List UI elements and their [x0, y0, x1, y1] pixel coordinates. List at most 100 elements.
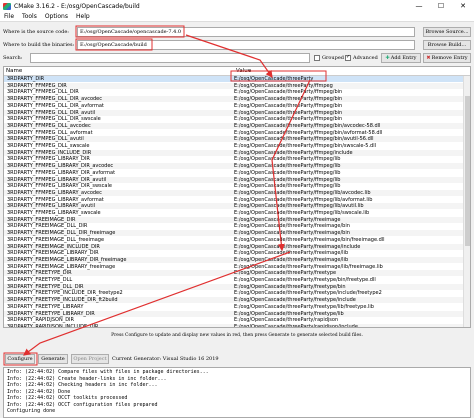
table-row[interactable]: 3RDPARTY_FFMPEG_DLL_DIR_avformat E:/osg/O…	[4, 103, 470, 109]
table-row[interactable]: 3RDPARTY_FREETYPE_DLL E:/osg/OpenCascade/…	[4, 277, 470, 283]
menu-help[interactable]: Help	[72, 13, 94, 20]
cache-entry-value[interactable]: E:/osg/OpenCascade/threeParty/freetype/b…	[234, 277, 470, 283]
cache-entry-value[interactable]: E:/osg/OpenCascade/threeParty/ffmpeg	[234, 83, 470, 89]
cache-entry-value[interactable]: E:/osg/OpenCascade/threeParty/ffmpeg/lib	[234, 170, 470, 176]
table-row[interactable]: 3RDPARTY_RAPIDJSON_DIR E:/osg/OpenCascade…	[4, 317, 470, 323]
cache-entry-value[interactable]: E:/osg/OpenCascade/threeParty/ffmpeg/lib	[234, 156, 470, 162]
table-row[interactable]: 3RDPARTY_FFMPEG_DLL_DIR E:/osg/OpenCascad…	[4, 89, 470, 95]
table-row[interactable]: 3RDPARTY_FFMPEG_LIBRARY_swscale E:/osg/Op…	[4, 210, 470, 216]
cache-entry-value[interactable]: E:/osg/OpenCascade/threeParty/freetype/i…	[234, 297, 470, 303]
table-row[interactable]: 3RDPARTY_FREEIMAGE_LIBRARY_DIR_freeimage…	[4, 256, 470, 263]
cache-entry-value[interactable]: E:/osg/OpenCascade/threeParty/ffmpeg/lib	[234, 163, 470, 169]
menu-file[interactable]: File	[0, 13, 18, 20]
cache-entry-value[interactable]: E:/osg/OpenCascade/threeParty/rapidjson/…	[234, 324, 470, 327]
cache-entry-value[interactable]: E:/osg/OpenCascade/threeParty/freeimage/…	[234, 250, 470, 256]
close-icon[interactable]: ✕	[452, 0, 474, 12]
table-row[interactable]: 3RDPARTY_RAPIDJSON_INCLUDE_DIR E:/osg/Ope…	[4, 323, 470, 327]
browse-source-button[interactable]: Browse Source...	[423, 27, 471, 37]
cache-entry-value[interactable]: E:/osg/OpenCascade/threeParty/freetype/i…	[234, 290, 470, 296]
cache-entry-value[interactable]: E:/osg/OpenCascade/threeParty/ffmpeg/lib…	[234, 203, 470, 209]
table-row[interactable]: 3RDPARTY_FFMPEG_LIBRARY_avformat E:/osg/O…	[4, 197, 470, 203]
cache-entry-value[interactable]: E:/osg/OpenCascade/threeParty/freeimage/…	[234, 230, 470, 236]
column-header-value[interactable]: Value	[234, 67, 253, 75]
cache-entry-value[interactable]: E:/osg/OpenCascade/threeParty/freeimage/…	[234, 244, 470, 250]
maximize-icon[interactable]: ☐	[430, 0, 452, 12]
cache-entry-value[interactable]: E:/osg/OpenCascade/threeParty/ffmpeg/lib…	[234, 210, 470, 216]
cache-entry-value[interactable]: E:/osg/OpenCascade/threeParty/rapidjson	[234, 317, 470, 323]
cache-entry-value[interactable]: E:/osg/OpenCascade/threeParty/ffmpeg/bin	[234, 116, 470, 122]
scrollbar-thumb[interactable]	[465, 96, 470, 246]
table-row[interactable]: 3RDPARTY_FREEIMAGE_DLL_DIR_freeimage E:/o…	[4, 230, 470, 237]
table-row[interactable]: 3RDPARTY_FFMPEG_DLL_swscale E:/osg/OpenCa…	[4, 143, 470, 149]
cache-entry-value[interactable]: E:/osg/OpenCascade/threeParty/freeimage/…	[234, 264, 470, 270]
cache-entry-value[interactable]: E:/osg/OpenCascade/threeParty/ffmpeg/bin	[234, 96, 470, 102]
cache-entry-value[interactable]: E:/osg/OpenCascade/threeParty/ffmpeg/lib…	[234, 190, 470, 196]
cache-entry-value[interactable]: E:/osg/OpenCascade/threeParty/freeimage/…	[234, 223, 470, 229]
table-row[interactable]: 3RDPARTY_FREEIMAGE_DLL_DIR E:/osg/OpenCas…	[4, 223, 470, 229]
table-row[interactable]: 3RDPARTY_FREETYPE_LIBRARY E:/osg/OpenCasc…	[4, 304, 470, 310]
cache-entry-value[interactable]: E:/osg/OpenCascade/threeParty/freetype	[234, 270, 470, 276]
generate-button[interactable]: Generate	[38, 354, 68, 364]
cache-entry-value[interactable]: E:/osg/OpenCascade/threeParty/freeimage/…	[234, 257, 470, 263]
table-row[interactable]: 3RDPARTY_FREETYPE_DIR E:/osg/OpenCascade/…	[4, 270, 470, 277]
cache-entry-value[interactable]: E:/osg/OpenCascade/threeParty/ffmpeg/bin…	[234, 130, 470, 136]
table-row[interactable]: 3RDPARTY_FFMPEG_DIR E:/osg/OpenCascade/th…	[4, 82, 470, 89]
advanced-check-icon[interactable]	[345, 55, 351, 61]
cache-entry-value[interactable]: E:/osg/OpenCascade/threeParty/ffmpeg/inc…	[234, 150, 470, 156]
add-entry-button[interactable]: ✚ Add Entry	[381, 53, 421, 63]
cache-entry-value[interactable]: E:/osg/OpenCascade/threeParty/ffmpeg/bin	[234, 103, 470, 109]
table-row[interactable]: 3RDPARTY_FREETYPE_INCLUDE_DIR_ft2build E:…	[4, 297, 470, 304]
search-input[interactable]	[30, 53, 310, 63]
table-row[interactable]: 3RDPARTY_FREEIMAGE_DIR E:/osg/OpenCascade…	[4, 216, 470, 223]
table-row[interactable]: 3RDPARTY_FREEIMAGE_INCLUDE_DIR E:/osg/Ope…	[4, 243, 470, 250]
table-row[interactable]: 3RDPARTY_FREETYPE_INCLUDE_DIR_freetype2 E…	[4, 290, 470, 296]
table-row[interactable]: 3RDPARTY_FFMPEG_LIBRARY_avcodec E:/osg/Op…	[4, 189, 470, 196]
table-row[interactable]: 3RDPARTY_FFMPEG_LIBRARY_avutil E:/osg/Ope…	[4, 203, 470, 210]
open-project-button[interactable]: Open Project	[71, 354, 109, 364]
cache-entry-value[interactable]: E:/osg/OpenCascade/threeParty/freeimage/…	[234, 237, 470, 243]
table-row[interactable]: 3RDPARTY_FREEIMAGE_DLL_freeimage E:/osg/O…	[4, 237, 470, 243]
cache-entry-value[interactable]: E:/osg/OpenCascade/threeParty/ffmpeg/bin	[234, 89, 470, 95]
table-row[interactable]: 3RDPARTY_FFMPEG_DLL_DIR_swscale E:/osg/Op…	[4, 116, 470, 122]
table-row[interactable]: 3RDPARTY_FREEIMAGE_LIBRARY_DIR E:/osg/Ope…	[4, 250, 470, 256]
cache-entry-value[interactable]: E:/osg/OpenCascade/threeParty/freetype/l…	[234, 311, 470, 317]
advanced-checkbox[interactable]: Advanced	[345, 53, 378, 63]
table-scrollbar[interactable]	[463, 76, 470, 327]
remove-entry-button[interactable]: ✖ Remove Entry	[423, 53, 471, 63]
cache-entry-value[interactable]: E:/osg/OpenCascade/threeParty/ffmpeg/bin…	[234, 136, 470, 142]
column-header-name[interactable]: Name	[4, 67, 234, 75]
grouped-check-icon[interactable]	[314, 55, 320, 61]
table-row[interactable]: 3RDPARTY_FFMPEG_DLL_DIR_avutil E:/osg/Ope…	[4, 109, 470, 116]
table-row[interactable]: 3RDPARTY_FFMPEG_DLL_avcodec E:/osg/OpenCa…	[4, 122, 470, 129]
table-row[interactable]: 3RDPARTY_FFMPEG_LIBRARY_DIR E:/osg/OpenCa…	[4, 156, 470, 162]
cache-entry-value[interactable]: E:/osg/OpenCascade/threeParty	[234, 76, 470, 82]
table-row[interactable]: 3RDPARTY_DIR E:/osg/OpenCascade/threePart…	[4, 76, 470, 82]
cache-entry-value[interactable]: E:/osg/OpenCascade/threeParty/ffmpeg/lib	[234, 183, 470, 189]
table-row[interactable]: 3RDPARTY_FFMPEG_LIBRARY_DIR_avformat E:/o…	[4, 170, 470, 176]
table-row[interactable]: 3RDPARTY_FREETYPE_LIBRARY_DIR E:/osg/Open…	[4, 310, 470, 317]
minimize-icon[interactable]: —	[408, 0, 430, 12]
table-row[interactable]: 3RDPARTY_FFMPEG_DLL_DIR_avcodec E:/osg/Op…	[4, 96, 470, 103]
menu-options[interactable]: Options	[41, 13, 72, 20]
table-row[interactable]: 3RDPARTY_FFMPEG_LIBRARY_DIR_avutil E:/osg…	[4, 176, 470, 183]
table-row[interactable]: 3RDPARTY_FREEIMAGE_LIBRARY_freeimage E:/o…	[4, 264, 470, 270]
cache-entry-value[interactable]: E:/osg/OpenCascade/threeParty/ffmpeg/lib…	[234, 197, 470, 203]
cache-entry-value[interactable]: E:/osg/OpenCascade/threeParty/ffmpeg/bin	[234, 110, 470, 116]
cache-entry-value[interactable]: E:/osg/OpenCascade/threeParty/ffmpeg/bin…	[234, 143, 470, 149]
table-row[interactable]: 3RDPARTY_FFMPEG_LIBRARY_DIR_swscale E:/os…	[4, 183, 470, 189]
configure-button[interactable]: Configure	[5, 354, 35, 364]
cache-entry-value[interactable]: E:/osg/OpenCascade/threeParty/ffmpeg/bin…	[234, 123, 470, 129]
menu-tools[interactable]: Tools	[18, 13, 41, 20]
cache-entry-value[interactable]: E:/osg/OpenCascade/threeParty/freeimage	[234, 217, 470, 223]
source-path-input[interactable]: E:/osg/OpenCascade/opencascade-7.4.0	[77, 27, 415, 37]
cache-entry-value[interactable]: E:/osg/OpenCascade/threeParty/freetype/b…	[234, 284, 470, 290]
build-path-input[interactable]: E:/osg/OpenCascade/build	[77, 40, 415, 50]
grouped-checkbox[interactable]: Grouped	[314, 53, 344, 63]
table-row[interactable]: 3RDPARTY_FFMPEG_DLL_avformat E:/osg/OpenC…	[4, 130, 470, 136]
cache-entry-value[interactable]: E:/osg/OpenCascade/threeParty/freetype/l…	[234, 304, 470, 310]
browse-build-button[interactable]: Browse Build...	[423, 40, 471, 50]
table-row[interactable]: 3RDPARTY_FREETYPE_DLL_DIR E:/osg/OpenCasc…	[4, 283, 470, 290]
table-row[interactable]: 3RDPARTY_FFMPEG_DLL_avutil E:/osg/OpenCas…	[4, 136, 470, 143]
cache-entry-value[interactable]: E:/osg/OpenCascade/threeParty/ffmpeg/lib	[234, 177, 470, 183]
table-row[interactable]: 3RDPARTY_FFMPEG_INCLUDE_DIR E:/osg/OpenCa…	[4, 149, 470, 156]
